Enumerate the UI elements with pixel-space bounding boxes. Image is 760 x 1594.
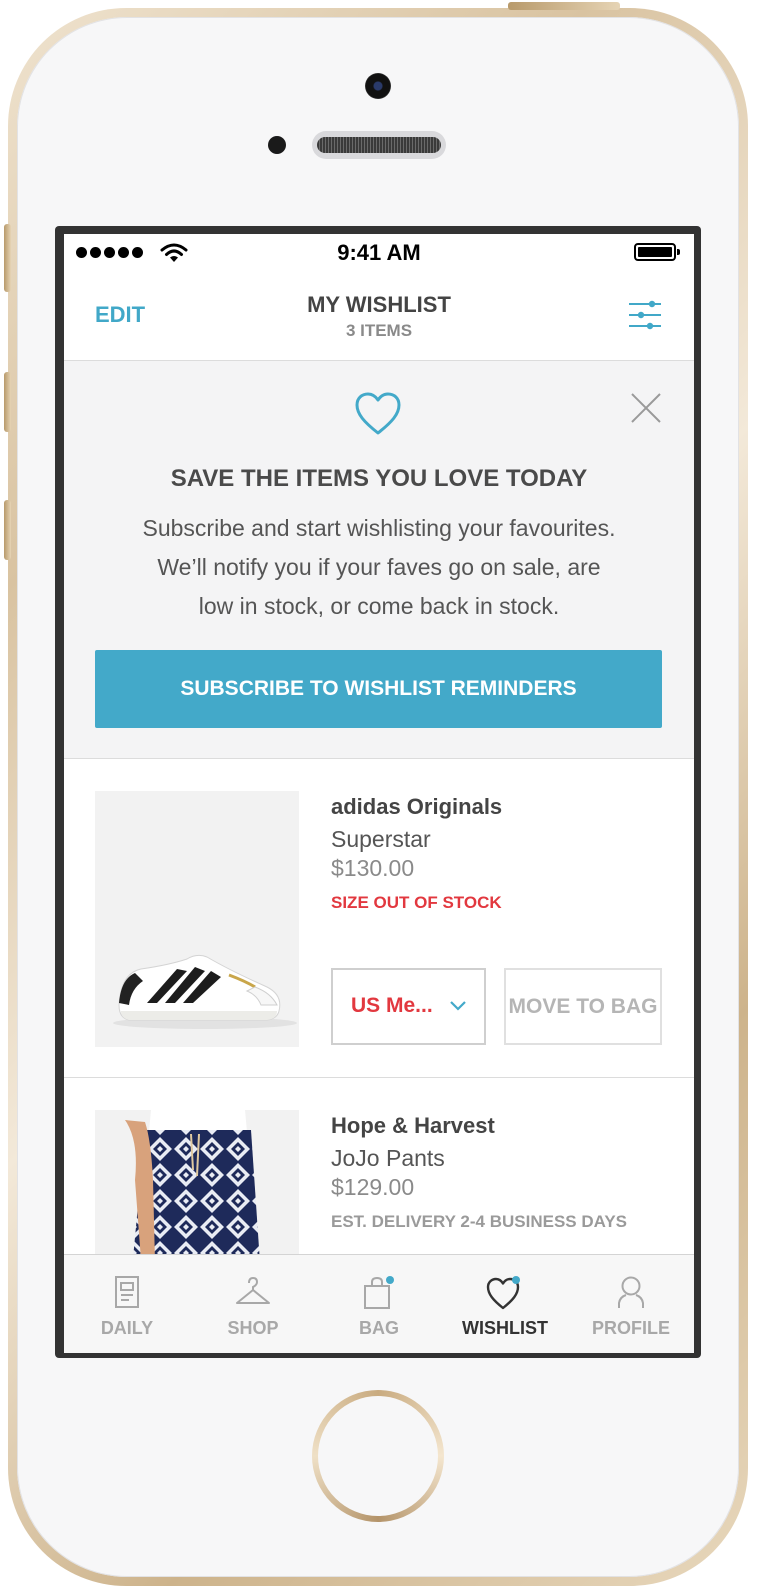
tab-label: DAILY [100,1318,154,1338]
product-name: JoJo Pants [331,1145,445,1171]
tab-label: WISHLIST [462,1318,548,1338]
product-brand: Hope & Harvest [331,1113,495,1138]
move-to-bag-button[interactable]: MOVE TO BAG [504,968,662,1045]
volume-up-button [4,372,11,432]
promo-line: Subscribe and start wishlisting your fav… [142,515,616,541]
promo-title: SAVE THE ITEMS YOU LOVE TODAY [170,465,588,492]
newspaper-icon [115,1276,139,1308]
promo-description: Subscribe and start wishlisting your fav… [84,509,674,626]
front-camera [365,73,391,99]
navigation-bar: EDIT MY WISHLIST 3 ITEMS [64,274,694,361]
wishlist-item: Hope & Harvest JoJo Pants $129.00 EST. D… [64,1078,694,1254]
battery-icon [634,243,680,261]
tab-shop[interactable]: SHOP [190,1255,316,1353]
tab-bag[interactable]: BAG [316,1255,442,1353]
heart-outline-icon [355,392,401,435]
sneaker-image [95,791,299,1047]
product-price: $130.00 [331,855,415,881]
tab-profile[interactable]: PROFILE [568,1255,694,1353]
subscribe-button[interactable]: SUBSCRIBE TO WISHLIST REMINDERS [95,650,662,728]
mute-switch [4,224,11,292]
product-name: Superstar [331,826,431,852]
wishlist-promo-panel: SAVE THE ITEMS YOU LOVE TODAY Subscribe … [64,361,694,759]
tab-wishlist[interactable]: WISHLIST [442,1255,568,1353]
tab-label: PROFILE [591,1318,670,1338]
product-image-pants[interactable] [95,1110,299,1254]
volume-down-button [4,500,11,560]
delivery-estimate: EST. DELIVERY 2-4 BUSINESS DAYS [331,1212,628,1231]
heart-icon [486,1276,520,1310]
stock-status: SIZE OUT OF STOCK [331,893,502,912]
item-count: 3 ITEMS [345,321,413,340]
product-price: $129.00 [331,1174,415,1200]
user-icon [618,1276,644,1308]
power-button [508,2,620,10]
tab-label: BAG [359,1318,399,1338]
product-image-sneaker[interactable] [95,791,299,1047]
product-brand: adidas Originals [331,794,503,819]
page-title: MY WISHLIST [307,292,451,317]
status-bar: 9:41 AM [64,234,694,274]
shopping-bag-icon [364,1276,394,1309]
hanger-icon [236,1276,270,1304]
screen: 9:41 AM EDIT MY WISHLIST 3 ITEMS SAVE TH… [64,234,694,1353]
proximity-sensor [268,136,286,154]
filter-sliders-icon[interactable] [628,298,662,332]
size-select[interactable]: US Me... [331,968,486,1045]
status-time: 9:41 AM [337,240,421,265]
promo-line: We’ll notify you if your faves go on sal… [157,554,601,580]
tab-bar: DAILY SHOP BAG WISHLIST PROFILE [64,1254,694,1353]
close-icon[interactable] [630,392,662,424]
chevron-down-icon [450,1001,466,1011]
home-button[interactable] [312,1390,444,1522]
pants-image [95,1110,299,1254]
tab-label: SHOP [227,1318,279,1338]
wishlist-item: adidas Originals Superstar $130.00 SIZE … [64,759,694,1078]
earpiece-speaker [312,131,446,159]
tab-daily[interactable]: DAILY [64,1255,190,1353]
promo-line: low in stock, or come back in stock. [198,593,560,619]
size-select-value: US Me... [351,994,433,1017]
